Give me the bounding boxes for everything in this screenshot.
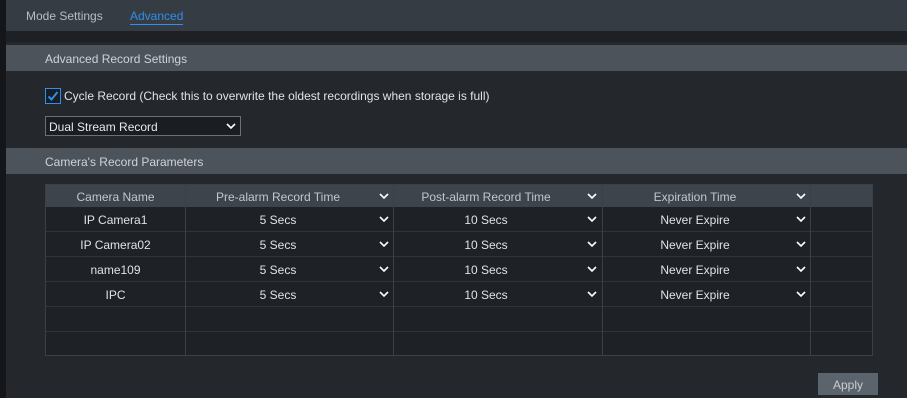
- camera-name-cell: IP Camera1: [83, 213, 148, 227]
- pre-alarm-cell[interactable]: 5 Secs: [185, 263, 371, 277]
- cycle-record-label: Cycle Record (Check this to overwrite th…: [64, 89, 490, 103]
- header-camera-name: Camera Name: [76, 190, 155, 204]
- table-row: IP Camera1 5 Secs 10 Secs Never Expire: [46, 207, 872, 232]
- chevron-down-icon[interactable]: [587, 215, 597, 223]
- table-row: IP Camera02 5 Secs 10 Secs Never Expire: [46, 232, 872, 257]
- column-divider: [810, 185, 811, 355]
- table-row: name109 5 Secs 10 Secs Never Expire: [46, 257, 872, 282]
- chevron-down-icon[interactable]: [379, 265, 389, 273]
- chevron-down-icon[interactable]: [796, 215, 806, 223]
- chevron-down-icon[interactable]: [587, 192, 597, 200]
- chevron-down-icon[interactable]: [796, 265, 806, 273]
- pre-alarm-cell[interactable]: 5 Secs: [185, 238, 371, 252]
- camera-name-cell: IP Camera02: [80, 238, 151, 252]
- camera-name-cell: name109: [90, 263, 141, 277]
- chevron-down-icon[interactable]: [796, 290, 806, 298]
- checkmark-icon: [47, 91, 59, 101]
- divider: [6, 31, 907, 42]
- apply-button[interactable]: Apply: [818, 373, 878, 395]
- expiration-cell[interactable]: Never Expire: [602, 213, 788, 227]
- table-row-empty: [46, 332, 872, 357]
- advanced-record-settings-header: Advanced Record Settings: [6, 45, 907, 71]
- header-post-alarm: Post-alarm Record Time: [421, 190, 551, 204]
- column-divider: [185, 185, 186, 355]
- chevron-down-icon[interactable]: [587, 290, 597, 298]
- pre-alarm-cell[interactable]: 5 Secs: [185, 213, 371, 227]
- cycle-record-checkbox[interactable]: [45, 88, 61, 104]
- expiration-cell[interactable]: Never Expire: [602, 288, 788, 302]
- section-title: Advanced Record Settings: [45, 52, 188, 66]
- post-alarm-cell[interactable]: 10 Secs: [393, 263, 579, 277]
- column-divider: [602, 185, 603, 355]
- chevron-down-icon[interactable]: [796, 240, 806, 248]
- header-pre-alarm: Pre-alarm Record Time: [215, 190, 341, 204]
- section-title: Camera's Record Parameters: [45, 155, 204, 169]
- table-header: Camera Name Pre-alarm Record Time Post-a…: [46, 185, 872, 207]
- chevron-down-icon: [226, 123, 236, 130]
- post-alarm-cell[interactable]: 10 Secs: [393, 238, 579, 252]
- table-row-empty: [46, 307, 872, 332]
- tab-bar: Mode Settings Advanced: [6, 0, 907, 31]
- column-divider: [393, 185, 394, 355]
- post-alarm-cell[interactable]: 10 Secs: [393, 213, 579, 227]
- chevron-down-icon[interactable]: [379, 192, 389, 200]
- stream-record-select[interactable]: Dual Stream Record: [45, 116, 241, 136]
- chevron-down-icon[interactable]: [379, 240, 389, 248]
- camera-name-cell: IPC: [105, 288, 126, 302]
- camera-record-table: Camera Name Pre-alarm Record Time Post-a…: [45, 184, 873, 356]
- pre-alarm-cell[interactable]: 5 Secs: [185, 288, 371, 302]
- tab-advanced[interactable]: Advanced: [130, 9, 184, 25]
- expiration-cell[interactable]: Never Expire: [602, 238, 788, 252]
- chevron-down-icon[interactable]: [587, 265, 597, 273]
- chevron-down-icon[interactable]: [379, 215, 389, 223]
- tab-mode-settings[interactable]: Mode Settings: [26, 9, 103, 23]
- post-alarm-cell[interactable]: 10 Secs: [393, 288, 579, 302]
- chevron-down-icon[interactable]: [379, 290, 389, 298]
- stream-record-value: Dual Stream Record: [49, 120, 158, 134]
- expiration-cell[interactable]: Never Expire: [602, 263, 788, 277]
- chevron-down-icon[interactable]: [796, 192, 806, 200]
- table-row: IPC 5 Secs 10 Secs Never Expire: [46, 282, 872, 307]
- chevron-down-icon[interactable]: [587, 240, 597, 248]
- header-expiration: Expiration Time: [653, 190, 737, 204]
- camera-record-parameters-header: Camera's Record Parameters: [6, 148, 907, 174]
